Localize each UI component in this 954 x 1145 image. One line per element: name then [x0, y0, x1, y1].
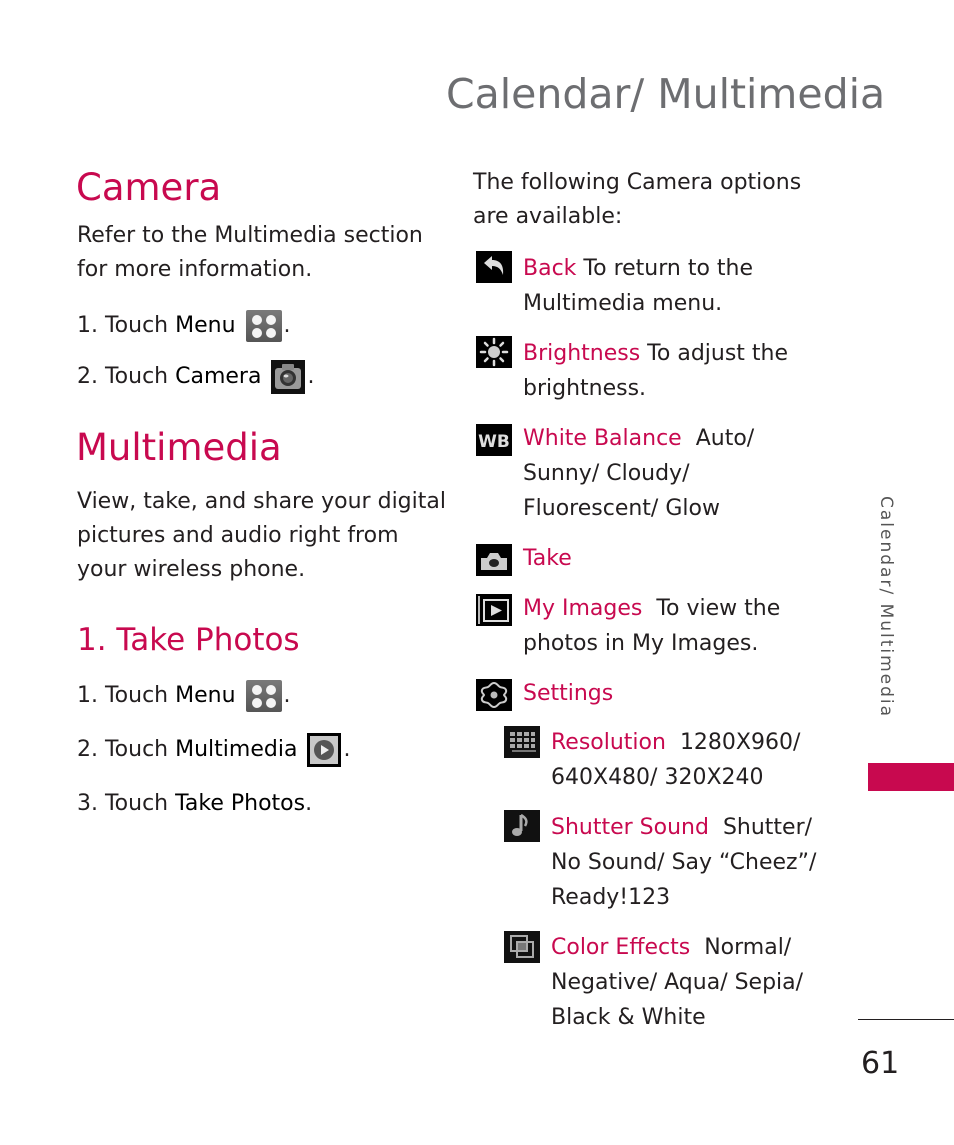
menu-grid-icon: [245, 680, 282, 712]
camera-step-1: 1. Touch Menu .: [77, 310, 291, 342]
option-label: My Images: [523, 596, 643, 621]
option-label: Settings: [523, 681, 614, 706]
setting-desc: No Sound/ Say “Cheez”/: [551, 850, 817, 875]
multimedia-heading: Multimedia: [76, 426, 282, 469]
option-desc: Auto/: [681, 426, 755, 451]
option-take: Take: [523, 541, 572, 576]
side-section-tab: Calendar/ Multimedia: [876, 496, 896, 719]
music-note-icon: [504, 810, 540, 842]
step-prefix: 1. Touch: [77, 683, 176, 708]
step-prefix: 3. Touch: [77, 791, 176, 816]
settings-gear-icon: [476, 679, 512, 711]
step-target: Camera: [175, 364, 262, 389]
camera-intro-line: for more information.: [77, 257, 313, 282]
brightness-sun-icon: [476, 336, 512, 368]
step-target: Menu: [175, 313, 236, 338]
step-suffix: .: [283, 683, 291, 708]
take-camera-icon: [476, 544, 512, 576]
option-desc: To view the: [642, 596, 781, 621]
step-suffix: .: [307, 364, 315, 389]
step-suffix: .: [283, 313, 291, 338]
multimedia-intro: View, take, and share your digital pictu…: [77, 485, 446, 587]
setting-desc: Shutter/: [708, 815, 813, 840]
take-photos-heading: 1. Take Photos: [77, 622, 300, 658]
step-prefix: 1. Touch: [77, 313, 176, 338]
page-number: 61: [861, 1046, 900, 1081]
setting-resolution: Resolution 1280X960/ 640X480/ 320X240: [551, 725, 800, 795]
white-balance-icon: WB: [476, 424, 512, 456]
option-label: Brightness: [523, 341, 641, 366]
step-prefix: 2. Touch: [77, 364, 176, 389]
footer-rule: [858, 1019, 954, 1020]
step-suffix: .: [305, 791, 313, 816]
multimedia-icon: [307, 733, 342, 767]
option-desc: Multimedia menu.: [523, 291, 723, 316]
camera-intro-line: Refer to the Multimedia section: [77, 223, 423, 248]
options-intro-line: are available:: [473, 204, 623, 229]
setting-desc: Normal/: [690, 935, 792, 960]
multimedia-intro-line: your wireless phone.: [77, 557, 306, 582]
take-photos-step-2: 2. Touch Multimedia .: [77, 733, 350, 767]
setting-desc: Ready!123: [551, 885, 671, 910]
option-my-images: My Images To view the photos in My Image…: [523, 591, 780, 661]
setting-desc: Black & White: [551, 1005, 706, 1030]
camera-heading: Camera: [76, 166, 222, 209]
resolution-grid-icon: [504, 726, 540, 758]
option-label: Back: [523, 256, 577, 281]
option-desc: To adjust the: [640, 341, 789, 366]
setting-desc: 1280X960/: [665, 730, 801, 755]
take-photos-step-1: 1. Touch Menu .: [77, 680, 291, 712]
setting-shutter-sound: Shutter Sound Shutter/ No Sound/ Say “Ch…: [551, 810, 816, 915]
option-label: White Balance: [523, 426, 682, 451]
option-desc: Sunny/ Cloudy/: [523, 461, 690, 486]
options-intro-line: The following Camera options: [473, 170, 802, 195]
back-arrow-icon: [476, 251, 512, 283]
my-images-play-icon: [476, 594, 512, 626]
setting-color-effects: Color Effects Normal/ Negative/ Aqua/ Se…: [551, 930, 803, 1035]
setting-label: Color Effects: [551, 935, 691, 960]
step-prefix: 2. Touch: [77, 737, 176, 762]
step-suffix: .: [343, 737, 351, 762]
multimedia-intro-line: View, take, and share your digital: [77, 489, 446, 514]
setting-desc: Negative/ Aqua/ Sepia/: [551, 970, 804, 995]
side-tab-marker: [868, 763, 954, 791]
step-target: Take Photos: [175, 791, 306, 816]
svg-text:WB: WB: [478, 432, 510, 452]
option-desc: To return to the: [576, 256, 754, 281]
step-target: Menu: [175, 683, 236, 708]
camera-step-2: 2. Touch Camera .: [77, 360, 314, 394]
option-brightness: Brightness To adjust the brightness.: [523, 336, 788, 406]
setting-label: Shutter Sound: [551, 815, 709, 840]
camera-intro: Refer to the Multimedia section for more…: [77, 219, 423, 287]
color-effects-icon: [504, 931, 540, 963]
option-desc: photos in My Images.: [523, 631, 759, 656]
option-white-balance: White Balance Auto/ Sunny/ Cloudy/ Fluor…: [523, 421, 754, 526]
menu-grid-icon: [245, 310, 282, 342]
option-settings: Settings: [523, 676, 613, 711]
page-title: Calendar/ Multimedia: [446, 70, 886, 118]
setting-desc: 640X480/ 320X240: [551, 765, 764, 790]
camera-icon: [271, 360, 306, 394]
take-photos-step-3: 3. Touch Take Photos .: [77, 789, 312, 819]
option-back: Back To return to the Multimedia menu.: [523, 251, 753, 321]
option-label: Take: [523, 546, 572, 571]
step-target: Multimedia: [175, 737, 298, 762]
option-desc: Fluorescent/ Glow: [523, 496, 720, 521]
options-intro: The following Camera options are availab…: [473, 166, 801, 234]
setting-label: Resolution: [551, 730, 666, 755]
option-desc: brightness.: [523, 376, 647, 401]
multimedia-intro-line: pictures and audio right from: [77, 523, 399, 548]
